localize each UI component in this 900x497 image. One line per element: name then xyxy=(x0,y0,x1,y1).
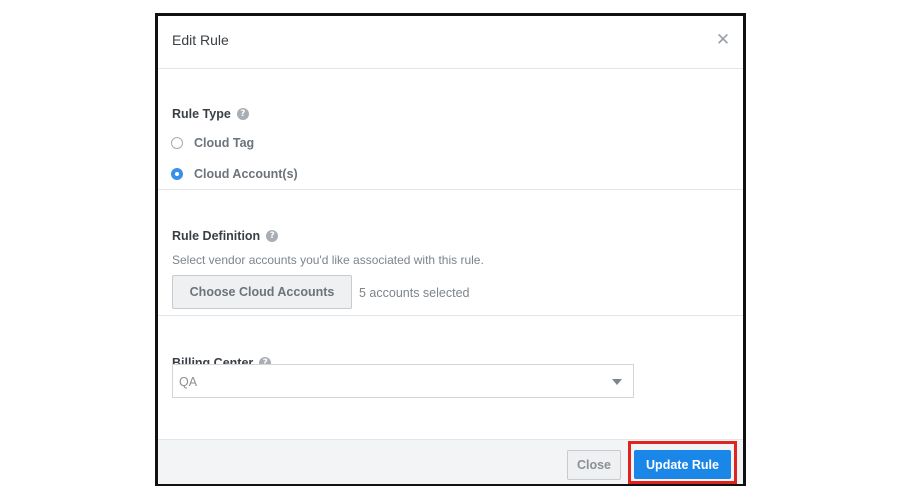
rule-definition-section: Rule Definition ? Select vendor accounts… xyxy=(158,190,743,316)
billing-center-select[interactable]: QA xyxy=(172,364,634,398)
modal-header: Edit Rule ✕ xyxy=(158,16,743,69)
billing-center-value: QA xyxy=(179,375,198,389)
rule-definition-label: Rule Definition ? xyxy=(172,229,279,243)
rule-type-label-text: Rule Type xyxy=(172,107,231,121)
radio-cloud-accounts[interactable]: Cloud Account(s) xyxy=(171,167,298,181)
radio-label: Cloud Tag xyxy=(194,136,255,150)
modal-title: Edit Rule xyxy=(172,32,229,48)
modal-footer: Close Update Rule xyxy=(158,439,743,484)
chevron-down-icon xyxy=(612,379,622,385)
help-icon[interactable]: ? xyxy=(236,108,249,120)
update-rule-button[interactable]: Update Rule xyxy=(634,450,731,479)
rule-type-section: Rule Type ? Cloud Tag Cloud Account(s) xyxy=(158,69,743,190)
update-rule-highlight: Update Rule xyxy=(628,441,737,484)
rule-definition-label-text: Rule Definition xyxy=(172,229,261,243)
radio-button-checked[interactable] xyxy=(171,168,183,180)
accounts-selected-count: 5 accounts selected xyxy=(359,286,470,300)
rule-type-label: Rule Type ? xyxy=(172,107,249,121)
close-icon[interactable]: ✕ xyxy=(713,30,733,50)
help-icon[interactable]: ? xyxy=(266,230,279,242)
choose-cloud-accounts-button[interactable]: Choose Cloud Accounts xyxy=(172,275,352,309)
rule-definition-description: Select vendor accounts you'd like associ… xyxy=(172,253,484,267)
close-button[interactable]: Close xyxy=(567,450,621,480)
billing-center-section: Billing Center ? QA xyxy=(158,316,743,436)
radio-cloud-tag[interactable]: Cloud Tag xyxy=(171,136,254,150)
edit-rule-modal: Edit Rule ✕ Rule Type ? Cloud Tag Cloud … xyxy=(155,13,746,486)
radio-button[interactable] xyxy=(171,137,183,149)
radio-label: Cloud Account(s) xyxy=(194,167,298,181)
